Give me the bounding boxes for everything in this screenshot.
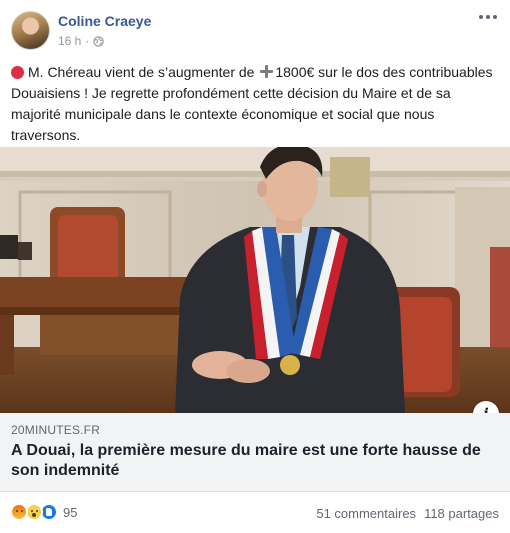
link-preview-image[interactable]: [0, 147, 510, 413]
man-with-mayor-sash-image: [0, 147, 510, 413]
reaction-count[interactable]: 95: [63, 505, 77, 520]
link-preview-box[interactable]: 20MINUTES.FR A Douai, la première mesure…: [0, 413, 510, 492]
meta-separator: ·: [85, 34, 90, 48]
more-options-icon[interactable]: [476, 9, 500, 25]
reactions-summary[interactable]: 95: [10, 503, 77, 521]
globe-icon[interactable]: [93, 35, 105, 47]
engagement-stats: 51 commentaires 118 partages: [316, 506, 499, 521]
red-circle-icon: [11, 66, 24, 79]
avatar[interactable]: [11, 11, 50, 50]
shares-count[interactable]: 118 partages: [424, 506, 499, 521]
post-meta: 16 h ·: [58, 34, 105, 48]
angry-reaction-icon: [10, 503, 28, 521]
author-name[interactable]: Coline Craeye: [58, 13, 151, 29]
post-footer: 95 51 commentaires 118 partages: [0, 493, 510, 533]
plus-sign-icon: [259, 64, 274, 79]
comments-count[interactable]: 51 commentaires: [316, 506, 416, 521]
post-header: Coline Craeye 16 h ·: [0, 0, 510, 56]
post-text-part1: M. Chéreau vient de s’augmenter de: [28, 64, 259, 80]
post-text: M. Chéreau vient de s’augmenter de 1800€…: [11, 62, 501, 146]
link-headline[interactable]: A Douai, la première mesure du maire est…: [11, 441, 491, 481]
post-time[interactable]: 16 h: [58, 34, 81, 48]
link-domain: 20MINUTES.FR: [11, 423, 101, 437]
